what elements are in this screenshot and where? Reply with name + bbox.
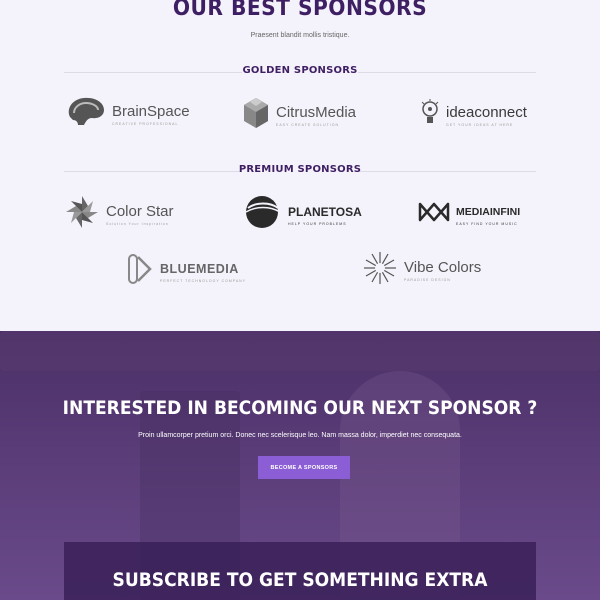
lightbulb-icon <box>420 98 440 133</box>
sponsor-name: PLANETOSA <box>288 204 362 219</box>
sponsor-name: MEDIAINFINI <box>456 205 521 218</box>
golden-sponsors-heading: GOLDEN SPONSORS <box>64 65 536 79</box>
background-photo <box>0 331 600 371</box>
sponsor-tagline: Solution Your Inspiration <box>106 221 169 226</box>
sponsor-tagline: PERFECT TECHNOLOGY COMPANY <box>160 278 247 283</box>
golden-sponsors-label: GOLDEN SPONSORS <box>242 65 358 76</box>
cube-icon <box>242 96 270 135</box>
sponsor-logo-mediainfini[interactable]: MEDIAINFINI EASY FIND YOUR MUSIC <box>418 200 520 229</box>
sponsor-logo-citrusmedia[interactable]: CitrusMedia EASY CREATE SOLUTION <box>242 96 356 135</box>
cta-description: Proin ullamcorper pretium orci. Donec ne… <box>138 432 462 439</box>
sponsor-tagline: HELP YOUR PROBLEMS <box>288 221 347 226</box>
subscribe-box: SUBSCRIBE TO GET SOMETHING EXTRA <box>64 542 536 600</box>
planet-icon <box>242 194 282 235</box>
brain-icon <box>64 95 106 134</box>
sponsor-logo-bluemedia[interactable]: BLUEMEDIA PERFECT TECHNOLOGY COMPANY <box>126 253 246 290</box>
page-subtitle: Praesent blandit mollis tristique. <box>250 32 350 39</box>
premium-sponsors-heading: PREMIUM SPONSORS <box>64 164 536 178</box>
sponsor-tagline: EASY FIND YOUR MUSIC <box>456 221 518 226</box>
bm-icon <box>126 253 154 290</box>
sponsor-name: ideaconnect <box>446 103 527 121</box>
sponsor-logo-planetosa[interactable]: PLANETOSA HELP YOUR PROBLEMS <box>242 194 362 235</box>
sponsor-name: CitrusMedia <box>276 103 357 121</box>
sponsor-name: Vibe Colors <box>404 258 482 276</box>
sponsor-logo-ideaconnect[interactable]: ideaconnect GET YOUR IDEAS AT HERE <box>420 98 527 133</box>
page-title: OUR BEST SPONSORS <box>172 0 428 21</box>
star-swirl-icon <box>64 194 100 235</box>
sponsor-tagline: PARADISE DESIGN <box>404 277 451 282</box>
sponsor-tagline: EASY CREATE SOLUTION <box>276 122 340 127</box>
cta-title: INTERESTED IN BECOMING OUR NEXT SPONSOR … <box>62 397 538 419</box>
sponsor-tagline: CREATIVE PROFESSIONAL <box>112 121 179 126</box>
sunburst-icon <box>362 250 398 291</box>
sponsor-logo-vibecolors[interactable]: Vibe Colors PARADISE DESIGN <box>362 250 481 291</box>
sponsor-tagline: GET YOUR IDEAS AT HERE <box>446 122 514 127</box>
subscribe-title: SUBSCRIBE TO GET SOMETHING EXTRA <box>112 569 488 591</box>
become-sponsor-section: INTERESTED IN BECOMING OUR NEXT SPONSOR … <box>0 331 600 600</box>
infinity-icon <box>418 200 450 229</box>
premium-sponsors-label: PREMIUM SPONSORS <box>238 164 362 175</box>
sponsor-name: BrainSpace <box>112 102 190 120</box>
sponsor-name: Color Star <box>106 202 174 220</box>
sponsor-logo-brainspace[interactable]: BrainSpace CREATIVE PROFESSIONAL <box>64 95 190 134</box>
sponsor-logo-colorstar[interactable]: Color Star Solution Your Inspiration <box>64 194 174 235</box>
sponsor-name: BLUEMEDIA <box>160 261 239 276</box>
become-sponsor-button[interactable]: BECOME A SPONSORS <box>258 456 350 479</box>
sponsors-section: OUR BEST SPONSORS Praesent blandit molli… <box>0 0 600 331</box>
